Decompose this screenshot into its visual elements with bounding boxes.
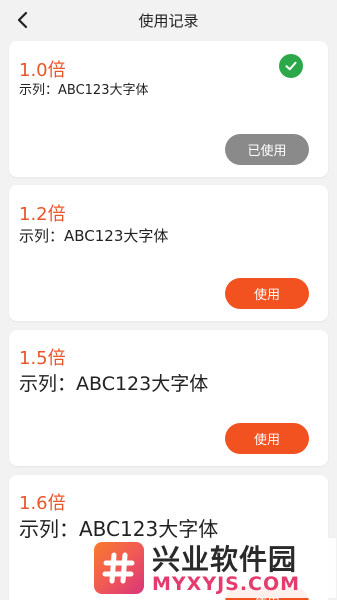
multiplier-label: 1.2倍 [19,204,66,225]
check-icon [279,54,303,78]
hash-logo-icon [94,542,144,594]
use-button[interactable]: 使用 [225,278,309,309]
page-title: 使用记录 [138,12,199,30]
record-card: 1.2倍 示列：ABC123大字体 使用 [9,185,328,321]
multiplier-label: 1.6倍 [19,493,66,514]
top-bar: 使用记录 [0,0,337,40]
record-card: 1.0倍 示列：ABC123大字体 已使用 [9,41,328,177]
watermark-name: 兴业软件园 [152,543,298,576]
sample-text: 示列：ABC123大字体 [19,373,209,395]
watermark: 兴业软件园 MYXYJS.COM [90,538,336,598]
sample-text: 示列：ABC123大字体 [19,227,169,245]
multiplier-label: 1.5倍 [19,348,66,369]
sample-text: 示列：ABC123大字体 [19,83,149,98]
record-card: 1.5倍 示列：ABC123大字体 使用 [9,330,328,466]
used-button[interactable]: 已使用 [225,134,309,165]
watermark-url: MYXYJS.COM [152,573,301,595]
use-button[interactable]: 使用 [225,423,309,454]
